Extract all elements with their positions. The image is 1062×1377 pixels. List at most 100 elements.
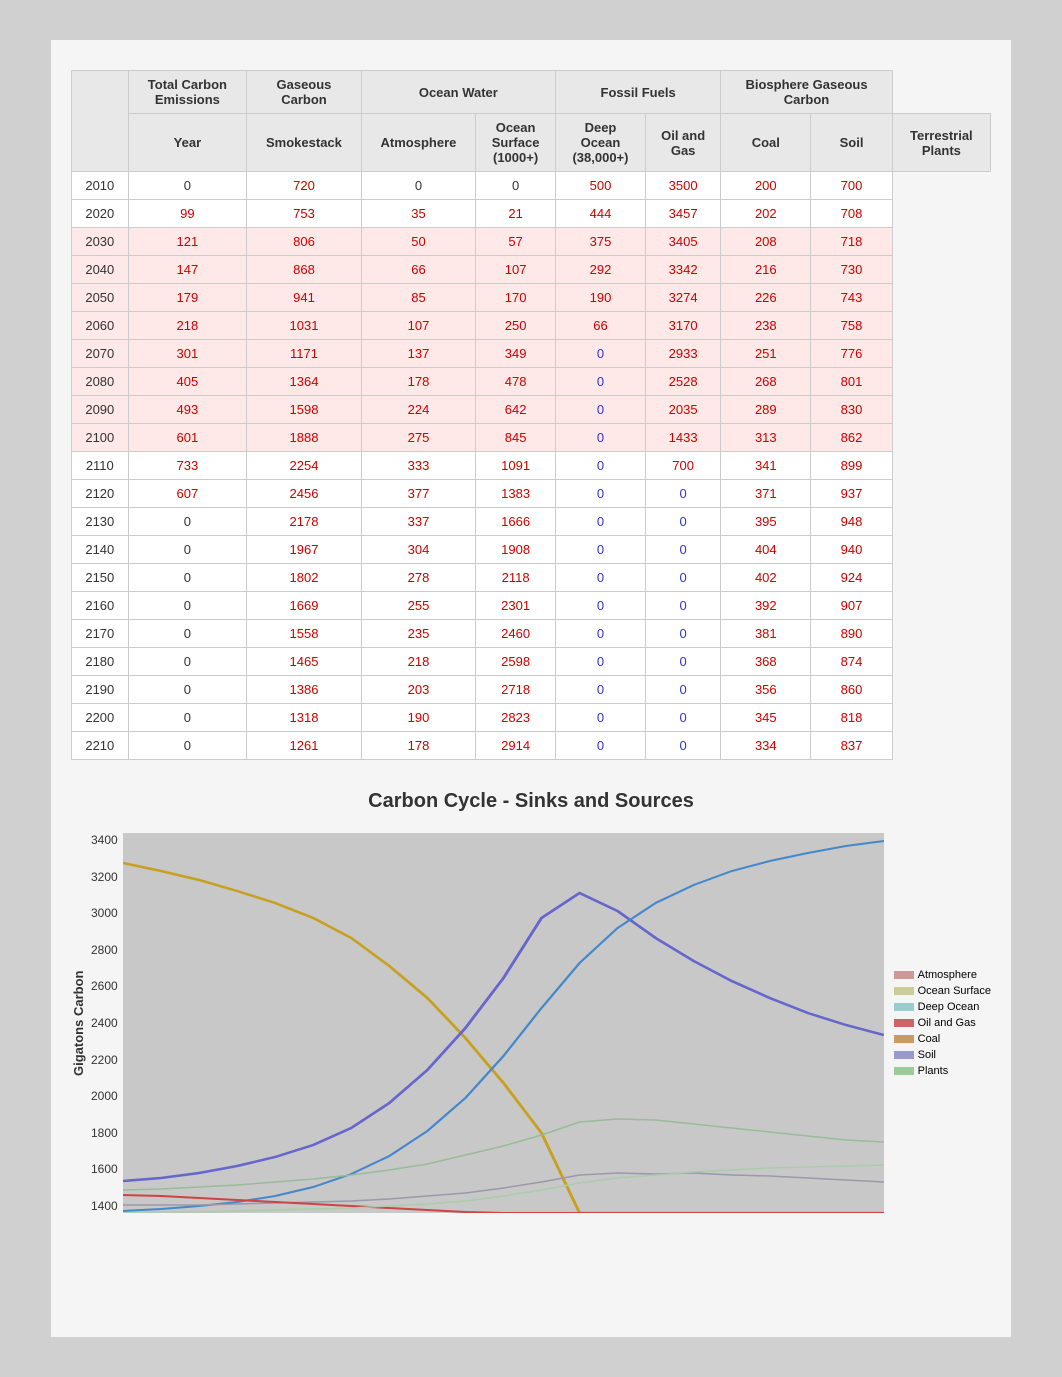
chart-inner: 3400320030002800260024002200200018001600… [91, 833, 991, 1213]
table-cell: 2528 [645, 368, 720, 396]
table-cell: 868 [247, 256, 362, 284]
legend-color [894, 1067, 914, 1075]
table-cell: 381 [721, 620, 811, 648]
y-axis-label: 1800 [91, 1126, 118, 1140]
table-cell: 404 [721, 536, 811, 564]
table-cell: 235 [361, 620, 475, 648]
table-cell: 0 [128, 732, 247, 760]
table-cell: 0 [128, 620, 247, 648]
table-cell: 0 [645, 536, 720, 564]
table-row: 218001465218259800368874 [72, 648, 991, 676]
table-cell: 2456 [247, 480, 362, 508]
table-cell: 0 [555, 508, 645, 536]
legend-color [894, 987, 914, 995]
table-cell: 2090 [72, 396, 129, 424]
table-row: 21206072456377138300371937 [72, 480, 991, 508]
table-cell: 377 [361, 480, 475, 508]
table-cell: 0 [645, 508, 720, 536]
legend-label: Oil and Gas [918, 1017, 976, 1029]
legend-color [894, 1035, 914, 1043]
table-cell: 345 [721, 704, 811, 732]
table-cell: 0 [555, 396, 645, 424]
table-cell: 2050 [72, 284, 129, 312]
table-cell: 337 [361, 508, 475, 536]
table-cell: 837 [811, 732, 892, 760]
table-cell: 190 [555, 284, 645, 312]
table-cell: 730 [811, 256, 892, 284]
table-cell: 0 [128, 704, 247, 732]
table-cell: 371 [721, 480, 811, 508]
table-cell: 2914 [476, 732, 556, 760]
table-cell: 1433 [645, 424, 720, 452]
table-cell: 948 [811, 508, 892, 536]
table-cell: 0 [555, 480, 645, 508]
table-cell: 268 [721, 368, 811, 396]
table-cell: 2190 [72, 676, 129, 704]
header-biosphere: Biosphere GaseousCarbon [721, 71, 892, 114]
table-cell: 0 [645, 648, 720, 676]
table-cell: 937 [811, 480, 892, 508]
table-cell: 708 [811, 200, 892, 228]
header-atmosphere: Atmosphere [361, 114, 475, 172]
header-fossil-fuels: Fossil Fuels [555, 71, 720, 114]
table-cell: 2254 [247, 452, 362, 480]
table-cell: 208 [721, 228, 811, 256]
table-cell: 0 [555, 536, 645, 564]
table-cell: 0 [645, 480, 720, 508]
table-row: 213002178337166600395948 [72, 508, 991, 536]
table-cell: 0 [555, 564, 645, 592]
table-cell: 607 [128, 480, 247, 508]
legend-label: Plants [918, 1065, 949, 1077]
table-cell: 238 [721, 312, 811, 340]
table-cell: 2210 [72, 732, 129, 760]
table-cell: 478 [476, 368, 556, 396]
table-cell: 444 [555, 200, 645, 228]
table-cell: 3170 [645, 312, 720, 340]
table-row: 221001261178291400334837 [72, 732, 991, 760]
table-cell: 85 [361, 284, 475, 312]
y-axis-label: 2000 [91, 1089, 118, 1103]
y-axis-label: 2600 [91, 979, 118, 993]
table-cell: 1318 [247, 704, 362, 732]
table-cell: 278 [361, 564, 475, 592]
legend-label: Soil [918, 1049, 936, 1061]
table-cell: 2178 [247, 508, 362, 536]
table-cell: 493 [128, 396, 247, 424]
table-cell: 333 [361, 452, 475, 480]
table-cell: 2040 [72, 256, 129, 284]
legend-item: Deep Ocean [894, 1001, 991, 1013]
chart-title: Carbon Cycle - Sinks and Sources [71, 790, 991, 813]
table-row: 2050179941851701903274226743 [72, 284, 991, 312]
table-cell: 1598 [247, 396, 362, 424]
table-row: 2100601188827584501433313862 [72, 424, 991, 452]
table-cell: 200 [721, 172, 811, 200]
legend-label: Deep Ocean [918, 1001, 980, 1013]
table-cell: 758 [811, 312, 892, 340]
table-cell: 2301 [476, 592, 556, 620]
table-cell: 3500 [645, 172, 720, 200]
table-cell: 0 [645, 704, 720, 732]
table-cell: 178 [361, 732, 475, 760]
table-cell: 203 [361, 676, 475, 704]
table-cell: 743 [811, 284, 892, 312]
table-cell: 402 [721, 564, 811, 592]
table-cell: 2020 [72, 200, 129, 228]
table-cell: 99 [128, 200, 247, 228]
chart-legend: AtmosphereOcean SurfaceDeep OceanOil and… [884, 833, 991, 1213]
table-cell: 0 [128, 508, 247, 536]
table-cell: 251 [721, 340, 811, 368]
legend-item: Plants [894, 1065, 991, 1077]
table-cell: 2200 [72, 704, 129, 732]
y-axis-label: 3000 [91, 906, 118, 920]
table-cell: 304 [361, 536, 475, 564]
legend-item: Soil [894, 1049, 991, 1061]
table-row: 219001386203271800356860 [72, 676, 991, 704]
legend-label: Ocean Surface [918, 985, 991, 997]
table-cell: 700 [645, 452, 720, 480]
chart-y-label: Gigatons Carbon [71, 833, 86, 1213]
table-cell: 3274 [645, 284, 720, 312]
table-row: 2110733225433310910700341899 [72, 452, 991, 480]
table-cell: 2035 [645, 396, 720, 424]
chart-svg [123, 833, 884, 1213]
table-cell: 2823 [476, 704, 556, 732]
